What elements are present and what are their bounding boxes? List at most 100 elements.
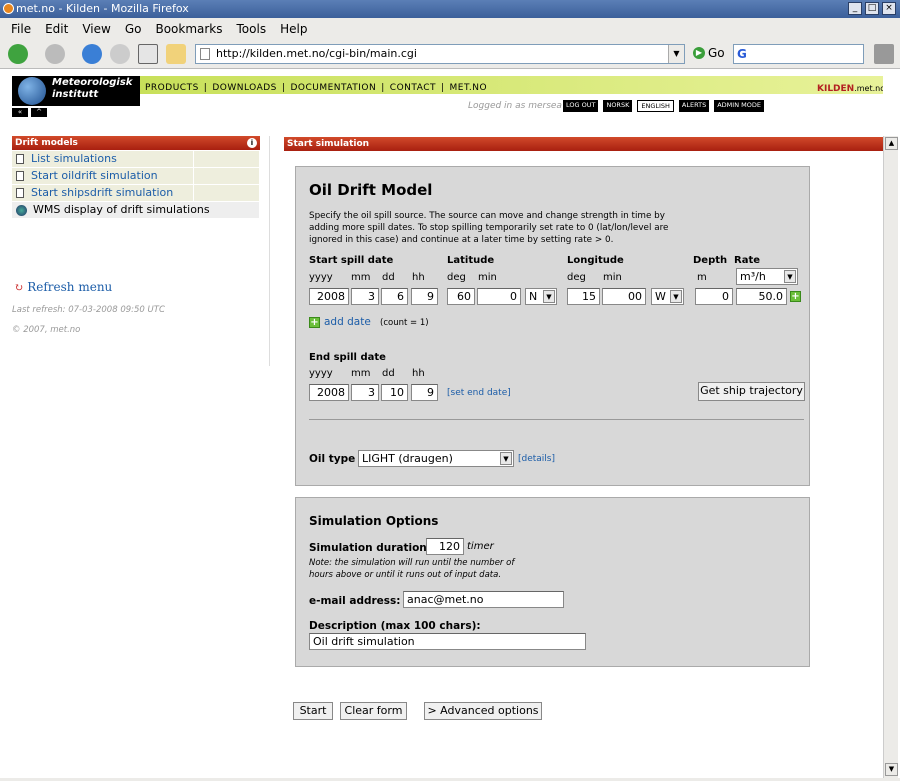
rate-unit-select[interactable]: m³/h ▼ (736, 268, 798, 285)
copyright: © 2007, met.no (12, 325, 81, 335)
reload-icon[interactable] (82, 44, 102, 64)
duration-label: Simulation duration (309, 542, 427, 554)
oil-type-label: Oil type (309, 453, 356, 465)
met-logo[interactable]: Meteorologisk institutt (12, 76, 140, 106)
lat-deg-input[interactable]: 60 (447, 288, 475, 305)
rate-input[interactable]: 50.0 (736, 288, 787, 305)
sidebar-item-start-oildrift[interactable]: Start oildrift simulation (12, 168, 260, 184)
info-icon[interactable]: i (247, 138, 257, 148)
sidebar-item-list-simulations[interactable]: List simulations (12, 151, 260, 167)
lon-dir-select[interactable]: W ▼ (651, 288, 684, 305)
divider (269, 136, 270, 366)
page-icon (200, 48, 210, 60)
email-field[interactable]: anac@met.no (403, 591, 564, 608)
stop-icon[interactable] (110, 44, 130, 64)
unit-lat-min: min (478, 272, 497, 283)
back-icon[interactable] (8, 44, 28, 64)
set-end-date-link[interactable]: [set end date] (447, 388, 511, 398)
logged-in-text: Logged in as mersea (468, 101, 562, 111)
url-bar[interactable]: http://kilden.met.no/cgi-bin/main.cgi ▼ (195, 44, 685, 64)
start-yyyy-input[interactable]: 2008 (309, 288, 349, 305)
nav-documentation[interactable]: DOCUMENTATION (290, 83, 376, 93)
logout-button[interactable]: LOG OUT (563, 100, 599, 112)
lat-dir-select[interactable]: N ▼ (525, 288, 557, 305)
unit-lat-deg: deg (447, 272, 466, 283)
details-link[interactable]: [details] (518, 454, 555, 464)
add-date-icon[interactable]: + (309, 317, 320, 328)
chevron-down-icon: ▼ (543, 290, 555, 303)
menu-edit[interactable]: Edit (45, 22, 68, 36)
model-title: Oil Drift Model (309, 181, 433, 199)
menu-tools[interactable]: Tools (237, 22, 267, 36)
forward-icon[interactable] (45, 44, 65, 64)
collapse-up-icon[interactable]: ^ (31, 108, 47, 117)
new-tab-icon[interactable] (138, 44, 158, 64)
page-content: Meteorologisk institutt PRODUCTS | DOWNLO… (0, 70, 883, 778)
advanced-options-button[interactable]: > Advanced options (424, 702, 542, 720)
unit-yyyy: yyyy (309, 272, 333, 283)
start-mm-input[interactable]: 3 (351, 288, 379, 305)
get-ship-trajectory-button[interactable]: Get ship trajectory (698, 382, 805, 401)
lon-min-input[interactable]: 00 (602, 288, 646, 305)
clear-form-button[interactable]: Clear form (340, 702, 407, 720)
description-field[interactable]: Oil drift simulation (309, 633, 586, 650)
window-titlebar: met.no - Kilden - Mozilla Firefox _ □ × (0, 0, 900, 18)
sidebar-item-wms-display[interactable]: WMS display of drift simulations (12, 202, 260, 218)
nav-downloads[interactable]: DOWNLOADS (212, 83, 277, 93)
document-icon (16, 171, 24, 181)
minimize-button[interactable]: _ (848, 2, 862, 15)
url-dropdown-icon[interactable]: ▼ (668, 45, 684, 63)
refresh-menu-link[interactable]: ↻ Refresh menu (14, 280, 112, 294)
nav-metno[interactable]: MET.NO (450, 83, 488, 93)
vertical-scrollbar[interactable]: ▲ ▼ (883, 136, 898, 778)
start-button[interactable]: Start (293, 702, 333, 720)
last-refresh: Last refresh: 07-03-2008 09:50 UTC (12, 305, 165, 315)
top-nav: PRODUCTS | DOWNLOADS | DOCUMENTATION | CONT… (145, 83, 488, 93)
close-button[interactable]: × (882, 2, 896, 15)
simulation-options-panel: Simulation Options Simulation duration 1… (295, 497, 810, 667)
lat-min-input[interactable]: 0 (477, 288, 521, 305)
description-label: Description (max 100 chars): (309, 620, 481, 632)
scroll-down-icon[interactable]: ▼ (885, 763, 898, 776)
menu-bookmarks[interactable]: Bookmarks (155, 22, 222, 36)
end-unit-yyyy: yyyy (309, 368, 333, 379)
scroll-up-icon[interactable]: ▲ (885, 137, 898, 150)
nav-products[interactable]: PRODUCTS (145, 83, 199, 93)
home-icon[interactable] (166, 44, 186, 64)
english-button[interactable]: ENGLISH (637, 100, 674, 112)
email-label: e-mail address: (309, 595, 401, 607)
menu-file[interactable]: File (11, 22, 31, 36)
oil-type-select[interactable]: LIGHT (draugen) ▼ (358, 450, 514, 467)
nav-contact[interactable]: CONTACT (390, 83, 436, 93)
norsk-button[interactable]: NORSK (603, 100, 633, 112)
end-mm-input[interactable]: 3 (351, 384, 379, 401)
end-unit-hh: hh (412, 368, 425, 379)
alerts-button[interactable]: ALERTS (678, 100, 710, 112)
go-button[interactable]: ▶ Go (693, 46, 725, 60)
add-date-link[interactable]: add date (324, 316, 371, 328)
menu-go[interactable]: Go (125, 22, 142, 36)
divider (309, 419, 804, 420)
depth-input[interactable]: 0 (695, 288, 733, 305)
duration-note-1: Note: the simulation will run until the … (309, 558, 515, 568)
main-header: Start simulation (284, 137, 883, 151)
collapse-left-icon[interactable]: « (12, 108, 28, 117)
end-yyyy-input[interactable]: 2008 (309, 384, 349, 401)
end-hh-input[interactable]: 9 (411, 384, 438, 401)
globe-icon (18, 77, 46, 105)
globe-icon (16, 204, 27, 216)
start-dd-input[interactable]: 6 (381, 288, 408, 305)
end-dd-input[interactable]: 10 (381, 384, 408, 401)
duration-input[interactable]: 120 (426, 538, 464, 555)
rate-label: Rate (734, 255, 761, 266)
menu-help[interactable]: Help (280, 22, 307, 36)
search-box[interactable]: G (733, 44, 864, 64)
maximize-button[interactable]: □ (865, 2, 879, 15)
start-hh-input[interactable]: 9 (411, 288, 438, 305)
lon-deg-input[interactable]: 15 (567, 288, 600, 305)
menu-view[interactable]: View (82, 22, 110, 36)
sidebar-item-start-shipsdrift[interactable]: Start shipsdrift simulation (12, 185, 260, 201)
add-row-icon[interactable]: + (790, 291, 801, 302)
print-icon[interactable] (874, 44, 894, 64)
admin-mode-button[interactable]: ADMIN MODE (714, 100, 764, 112)
